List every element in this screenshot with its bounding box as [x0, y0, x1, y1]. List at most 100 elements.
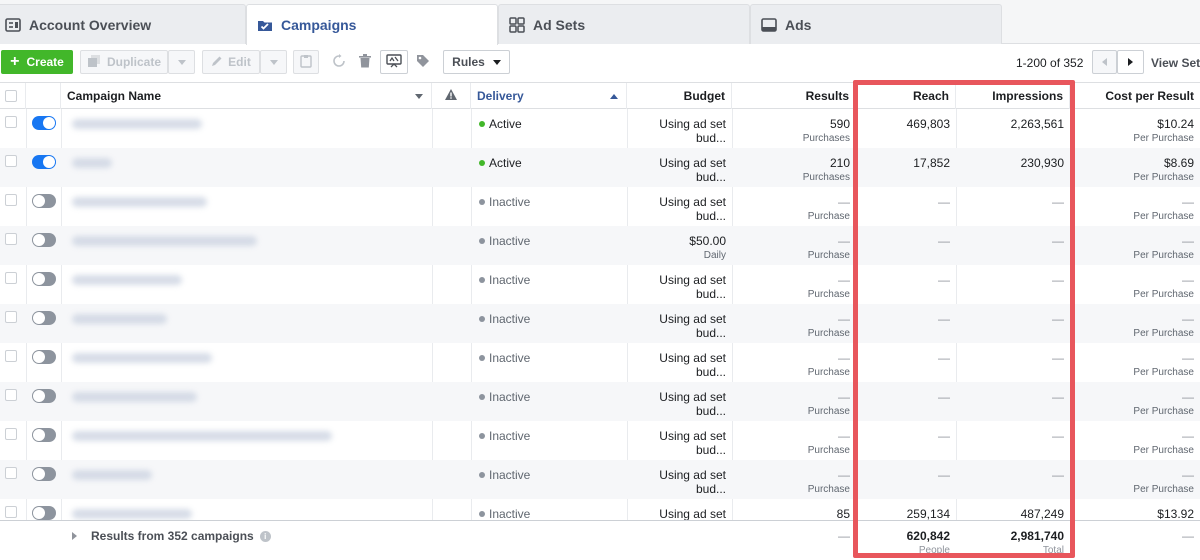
- plus-icon: +: [10, 53, 20, 70]
- column-header-results[interactable]: Results: [732, 83, 856, 109]
- campaign-toggle[interactable]: [32, 389, 56, 403]
- row-checkbox[interactable]: [5, 116, 17, 128]
- campaign-name-blurred[interactable]: [72, 236, 257, 246]
- toggle-knob: [33, 273, 45, 285]
- next-page-button[interactable]: [1117, 50, 1144, 74]
- table-row[interactable]: Inactive $50.00 Daily — Purchase — — — Per Purch…: [0, 226, 1200, 265]
- campaign-name-blurred[interactable]: [72, 431, 332, 441]
- results-value: —: [838, 234, 850, 248]
- row-checkbox[interactable]: [5, 506, 17, 518]
- cost-per-result-cell: $8.69 Per Purchase: [1070, 148, 1200, 187]
- row-checkbox[interactable]: [5, 311, 17, 323]
- tab-campaigns[interactable]: Campaigns: [246, 4, 498, 45]
- row-checkbox[interactable]: [5, 155, 17, 167]
- reach-value: —: [938, 234, 950, 248]
- results-value: 590: [829, 117, 850, 131]
- account-overview-icon: [5, 17, 21, 33]
- tag-button[interactable]: [410, 50, 436, 74]
- table-row[interactable]: Inactive Using ad set bud... — Purchase — — — P…: [0, 421, 1200, 460]
- results-cell: — Purchase: [732, 382, 856, 421]
- edit-dropdown-button[interactable]: [260, 50, 287, 74]
- create-label: Create: [26, 55, 64, 69]
- tab-account-overview[interactable]: Account Overview: [0, 4, 246, 44]
- row-checkbox[interactable]: [5, 350, 17, 362]
- cost-per-result-cell: — Per Purchase: [1070, 460, 1200, 499]
- campaign-toggle[interactable]: [32, 116, 56, 130]
- row-checkbox[interactable]: [5, 467, 17, 479]
- cost-value: $10.24: [1157, 117, 1194, 131]
- table-row[interactable]: Active Using ad set bud... 210 Purchases 17,…: [0, 148, 1200, 187]
- cost-per-result-cell: — Per Purchase: [1070, 382, 1200, 421]
- campaign-name-blurred[interactable]: [72, 509, 192, 519]
- column-header-delivery[interactable]: Delivery: [471, 83, 627, 109]
- column-header-campaign-name[interactable]: Campaign Name: [61, 83, 432, 109]
- table-row[interactable]: Inactive Using ad set bud... — Purchase — — — P…: [0, 382, 1200, 421]
- tab-label: Ad Sets: [533, 16, 586, 33]
- footer-cost-value: —: [1182, 529, 1194, 543]
- duplicate-button[interactable]: Duplicate: [80, 50, 168, 74]
- create-button[interactable]: + Create: [1, 50, 73, 74]
- campaign-name-blurred[interactable]: [72, 470, 152, 480]
- campaign-name-blurred[interactable]: [72, 158, 112, 168]
- duplicate-dropdown-button[interactable]: [168, 50, 195, 74]
- edit-button[interactable]: Edit: [202, 50, 260, 74]
- campaign-name-blurred[interactable]: [72, 314, 167, 324]
- column-header-impressions[interactable]: Impressions: [956, 83, 1070, 109]
- campaign-toggle[interactable]: [32, 233, 56, 247]
- campaign-toggle[interactable]: [32, 506, 56, 520]
- row-checkbox[interactable]: [5, 428, 17, 440]
- table-row[interactable]: Inactive Using ad set bud... — Purchase — — — P…: [0, 304, 1200, 343]
- table-row[interactable]: Inactive Using ad set bud... — Purchase — — — P…: [0, 265, 1200, 304]
- footer-results-value: —: [838, 529, 850, 543]
- select-all-checkbox[interactable]: [5, 90, 17, 102]
- campaign-toggle[interactable]: [32, 311, 56, 325]
- results-cell: 590 Purchases: [732, 109, 856, 148]
- campaign-name-blurred[interactable]: [72, 275, 182, 285]
- table-row[interactable]: Inactive Using ad set bud... — Purchase — — — P…: [0, 343, 1200, 382]
- delete-button[interactable]: [352, 50, 378, 74]
- campaign-toggle[interactable]: [32, 428, 56, 442]
- footer-summary[interactable]: Results from 352 campaigns i: [72, 529, 271, 543]
- campaign-name-blurred[interactable]: [72, 392, 197, 402]
- campaign-name-blurred[interactable]: [72, 119, 202, 129]
- reach-value: —: [938, 195, 950, 209]
- clipboard-button[interactable]: [293, 50, 319, 74]
- duplicate-label: Duplicate: [106, 55, 161, 69]
- campaign-toggle[interactable]: [32, 272, 56, 286]
- campaign-toggle[interactable]: [32, 350, 56, 364]
- delivery-cell: Active: [471, 148, 627, 187]
- column-header-reach[interactable]: Reach: [856, 83, 956, 109]
- footer-results: —: [732, 529, 856, 543]
- table-row[interactable]: Inactive Using ad set bud... — Purchase — — — P…: [0, 187, 1200, 226]
- table-row[interactable]: Active Using ad set bud... 590 Purchases 469…: [0, 109, 1200, 148]
- campaign-toggle[interactable]: [32, 194, 56, 208]
- campaign-toggle[interactable]: [32, 155, 56, 169]
- info-icon[interactable]: i: [259, 530, 271, 542]
- column-label: Results: [805, 89, 849, 103]
- rules-dropdown-button[interactable]: Rules: [443, 50, 510, 74]
- column-header-cost-per-result[interactable]: Cost per Result: [1070, 83, 1200, 109]
- table-row[interactable]: Inactive Using ad set bud... — Purchase — — — P…: [0, 460, 1200, 499]
- row-checkbox[interactable]: [5, 233, 17, 245]
- cost-value: —: [1182, 234, 1194, 248]
- campaign-name-blurred[interactable]: [72, 353, 212, 363]
- row-checkbox[interactable]: [5, 272, 17, 284]
- column-header-warnings[interactable]: [432, 83, 471, 109]
- campaign-toggle[interactable]: [32, 467, 56, 481]
- row-checkbox[interactable]: [5, 194, 17, 206]
- row-checkbox[interactable]: [5, 389, 17, 401]
- budget-value: Using ad set bud...: [659, 390, 726, 418]
- budget-cell: Using ad set bud...: [627, 421, 732, 460]
- refresh-button[interactable]: [326, 50, 352, 74]
- tab-ad-sets[interactable]: Ad Sets: [498, 4, 750, 44]
- ad-sets-icon: [509, 16, 525, 33]
- warning-icon: [445, 89, 457, 103]
- previous-page-button[interactable]: [1092, 50, 1117, 74]
- cost-value: —: [1182, 468, 1194, 482]
- campaign-name-blurred[interactable]: [72, 197, 207, 207]
- tab-ads[interactable]: Ads: [750, 4, 1002, 44]
- results-value: —: [838, 390, 850, 404]
- column-header-budget[interactable]: Budget: [627, 83, 732, 109]
- view-setup-link[interactable]: View Setup: [1151, 56, 1200, 70]
- ab-test-button[interactable]: [380, 50, 408, 74]
